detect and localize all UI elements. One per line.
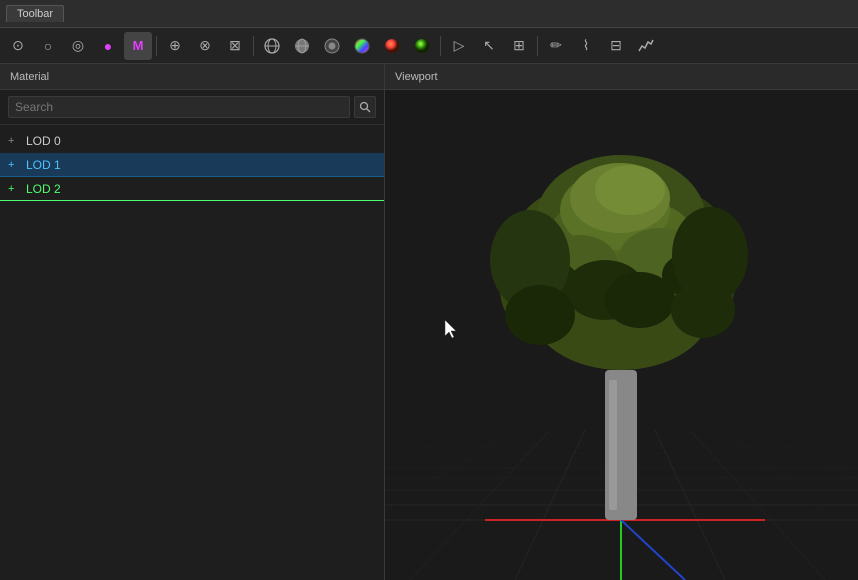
grid-view-icon[interactable]: ⊞ (505, 32, 533, 60)
m-icon[interactable]: M (124, 32, 152, 60)
separator-3 (440, 36, 441, 56)
tree-visualization (385, 90, 858, 580)
lod1-label: LOD 1 (26, 158, 61, 172)
dots2-icon[interactable]: ⊗ (191, 32, 219, 60)
expand-icon-lod1: + (8, 159, 20, 171)
left-panel: Material + LOD 0 + LOD 1 + LO (0, 64, 385, 580)
trunk-highlight (609, 380, 617, 510)
separator-4 (537, 36, 538, 56)
lod2-label: LOD 2 (26, 182, 61, 196)
separator-1 (156, 36, 157, 56)
foliage-outer-lower-right (671, 282, 735, 338)
viewport-content[interactable]: LOD0 Draw calls: 2 Triangles: 47 084 Ver… (385, 90, 858, 580)
expand-icon-lod2: + (8, 183, 20, 195)
viewport-panel: Viewport LOD0 Draw calls: 2 Triangles: 4… (385, 64, 858, 580)
expand-icon-lod0: + (8, 135, 20, 147)
ring-icon[interactable]: ◎ (64, 32, 92, 60)
foliage-outer-lower-left (505, 285, 575, 345)
search-button[interactable] (354, 96, 376, 118)
toolbar-tab[interactable]: Toolbar (6, 5, 64, 22)
sphere-checker-icon[interactable] (318, 32, 346, 60)
lod-list: + LOD 0 + LOD 1 + LOD 2 (0, 125, 384, 580)
material-tab[interactable]: Material (0, 64, 384, 90)
cursor-tool-icon[interactable]: ↖ (475, 32, 503, 60)
separator-2 (253, 36, 254, 56)
lod-item-0[interactable]: + LOD 0 (0, 129, 384, 153)
search-container (0, 90, 384, 125)
foliage-top-brightest (595, 165, 665, 215)
lod-item-2[interactable]: + LOD 2 (0, 177, 384, 201)
play-icon[interactable]: ▷ (445, 32, 473, 60)
search-input[interactable] (8, 96, 350, 118)
globe-wire-icon[interactable] (258, 32, 286, 60)
color-ball-icon[interactable] (378, 32, 406, 60)
color-wheel-icon[interactable] (348, 32, 376, 60)
globe-solid-icon[interactable] (288, 32, 316, 60)
lod0-label: LOD 0 (26, 134, 61, 148)
search-icon (359, 101, 371, 113)
dots-icon[interactable]: ⊕ (161, 32, 189, 60)
path-icon[interactable]: ⌇ (572, 32, 600, 60)
toolbar-tab-bar: Toolbar (0, 0, 858, 28)
pen-icon[interactable]: ✏ (542, 32, 570, 60)
lod-item-1[interactable]: + LOD 1 (0, 153, 384, 177)
toolbar-icons-row: ⊙ ○ ◎ ● M ⊕ ⊗ ⊠ (0, 28, 858, 64)
circle-icon[interactable]: ○ (34, 32, 62, 60)
dot-icon[interactable]: ⊙ (4, 32, 32, 60)
main-layout: Material + LOD 0 + LOD 1 + LO (0, 64, 858, 580)
magenta-circle-icon[interactable]: ● (94, 32, 122, 60)
color-gradient-icon[interactable] (408, 32, 436, 60)
stamp-icon[interactable]: ⊟ (602, 32, 630, 60)
viewport-tab[interactable]: Viewport (385, 64, 858, 90)
dots3-icon[interactable]: ⊠ (221, 32, 249, 60)
chart-icon[interactable] (632, 32, 660, 60)
